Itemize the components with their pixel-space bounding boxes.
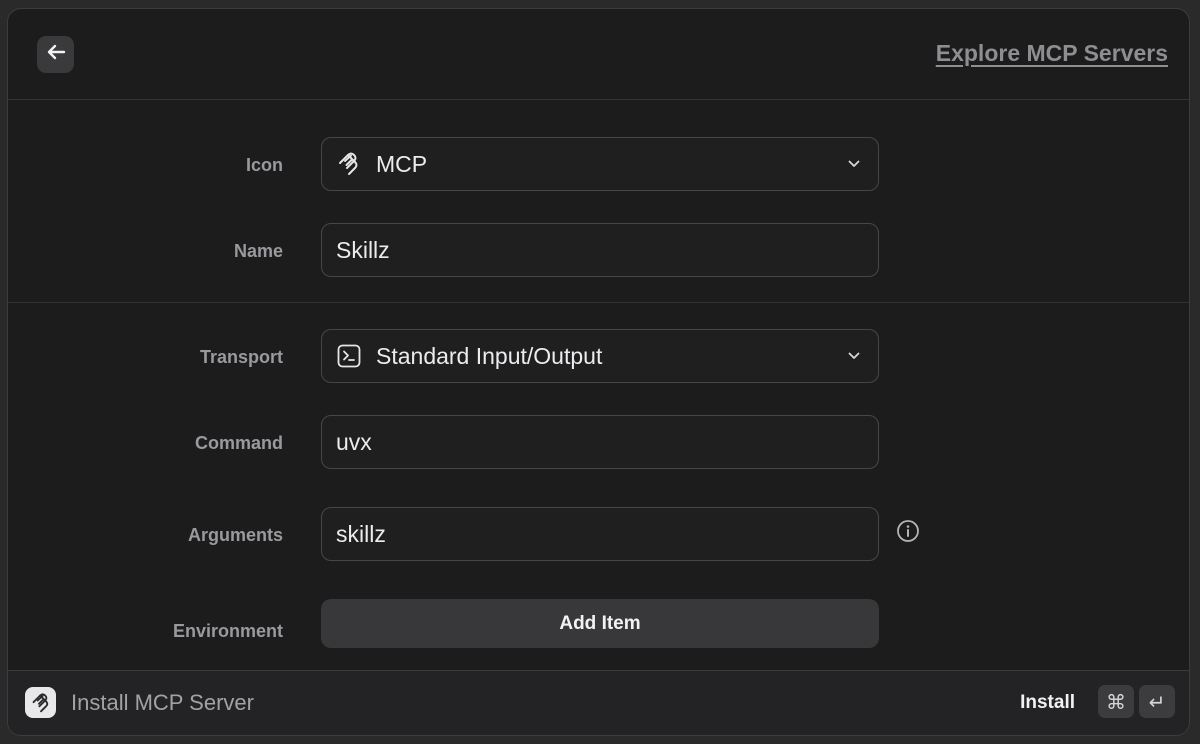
command-input-value: uvx xyxy=(336,428,372,455)
info-icon[interactable] xyxy=(896,519,920,543)
header: Explore MCP Servers xyxy=(8,9,1189,100)
icon-select-value: MCP xyxy=(376,150,428,177)
name-row: Name Skillz xyxy=(8,223,1189,279)
return-key-icon: ↵ xyxy=(1139,685,1175,718)
back-button[interactable] xyxy=(37,36,74,73)
arguments-row: Arguments skillz xyxy=(8,507,1189,563)
transport-label: Transport xyxy=(199,347,283,367)
name-label: Name xyxy=(233,241,283,261)
command-key-icon: ⌘ xyxy=(1098,685,1134,718)
icon-label: Icon xyxy=(245,155,283,175)
arrow-left-icon xyxy=(46,44,66,65)
command-label: Command xyxy=(194,433,283,453)
install-mcp-server-window: Explore MCP Servers Icon MCP Name Skillz xyxy=(7,8,1190,736)
footer: Install MCP Server Install ⌘ ↵ xyxy=(8,670,1189,735)
explore-mcp-servers-link[interactable]: Explore MCP Servers xyxy=(936,40,1168,67)
arguments-input[interactable]: skillz xyxy=(321,507,879,561)
install-button[interactable]: Install xyxy=(1020,671,1075,735)
mcp-logo-icon xyxy=(336,151,362,177)
environment-row: Environment Add Item xyxy=(8,599,1189,655)
name-input-value: Skillz xyxy=(336,236,390,263)
footer-title: Install MCP Server xyxy=(71,690,254,715)
command-input[interactable]: uvx xyxy=(321,415,879,469)
mcp-logo-icon xyxy=(25,687,56,718)
transport-row: Transport Standard Input/Output xyxy=(8,329,1189,385)
add-item-button[interactable]: Add Item xyxy=(321,599,879,648)
command-row: Command uvx xyxy=(8,415,1189,471)
transport-select-value: Standard Input/Output xyxy=(376,342,603,369)
environment-label: Environment xyxy=(172,621,283,641)
terminal-icon xyxy=(336,343,362,369)
name-input[interactable]: Skillz xyxy=(321,223,879,277)
arguments-input-value: skillz xyxy=(336,520,386,547)
icon-select[interactable]: MCP xyxy=(321,137,879,191)
chevron-down-icon xyxy=(846,348,862,364)
chevron-down-icon xyxy=(846,156,862,172)
transport-select[interactable]: Standard Input/Output xyxy=(321,329,879,383)
section-divider xyxy=(8,302,1189,303)
icon-row: Icon MCP xyxy=(8,137,1189,193)
arguments-label: Arguments xyxy=(187,525,283,545)
